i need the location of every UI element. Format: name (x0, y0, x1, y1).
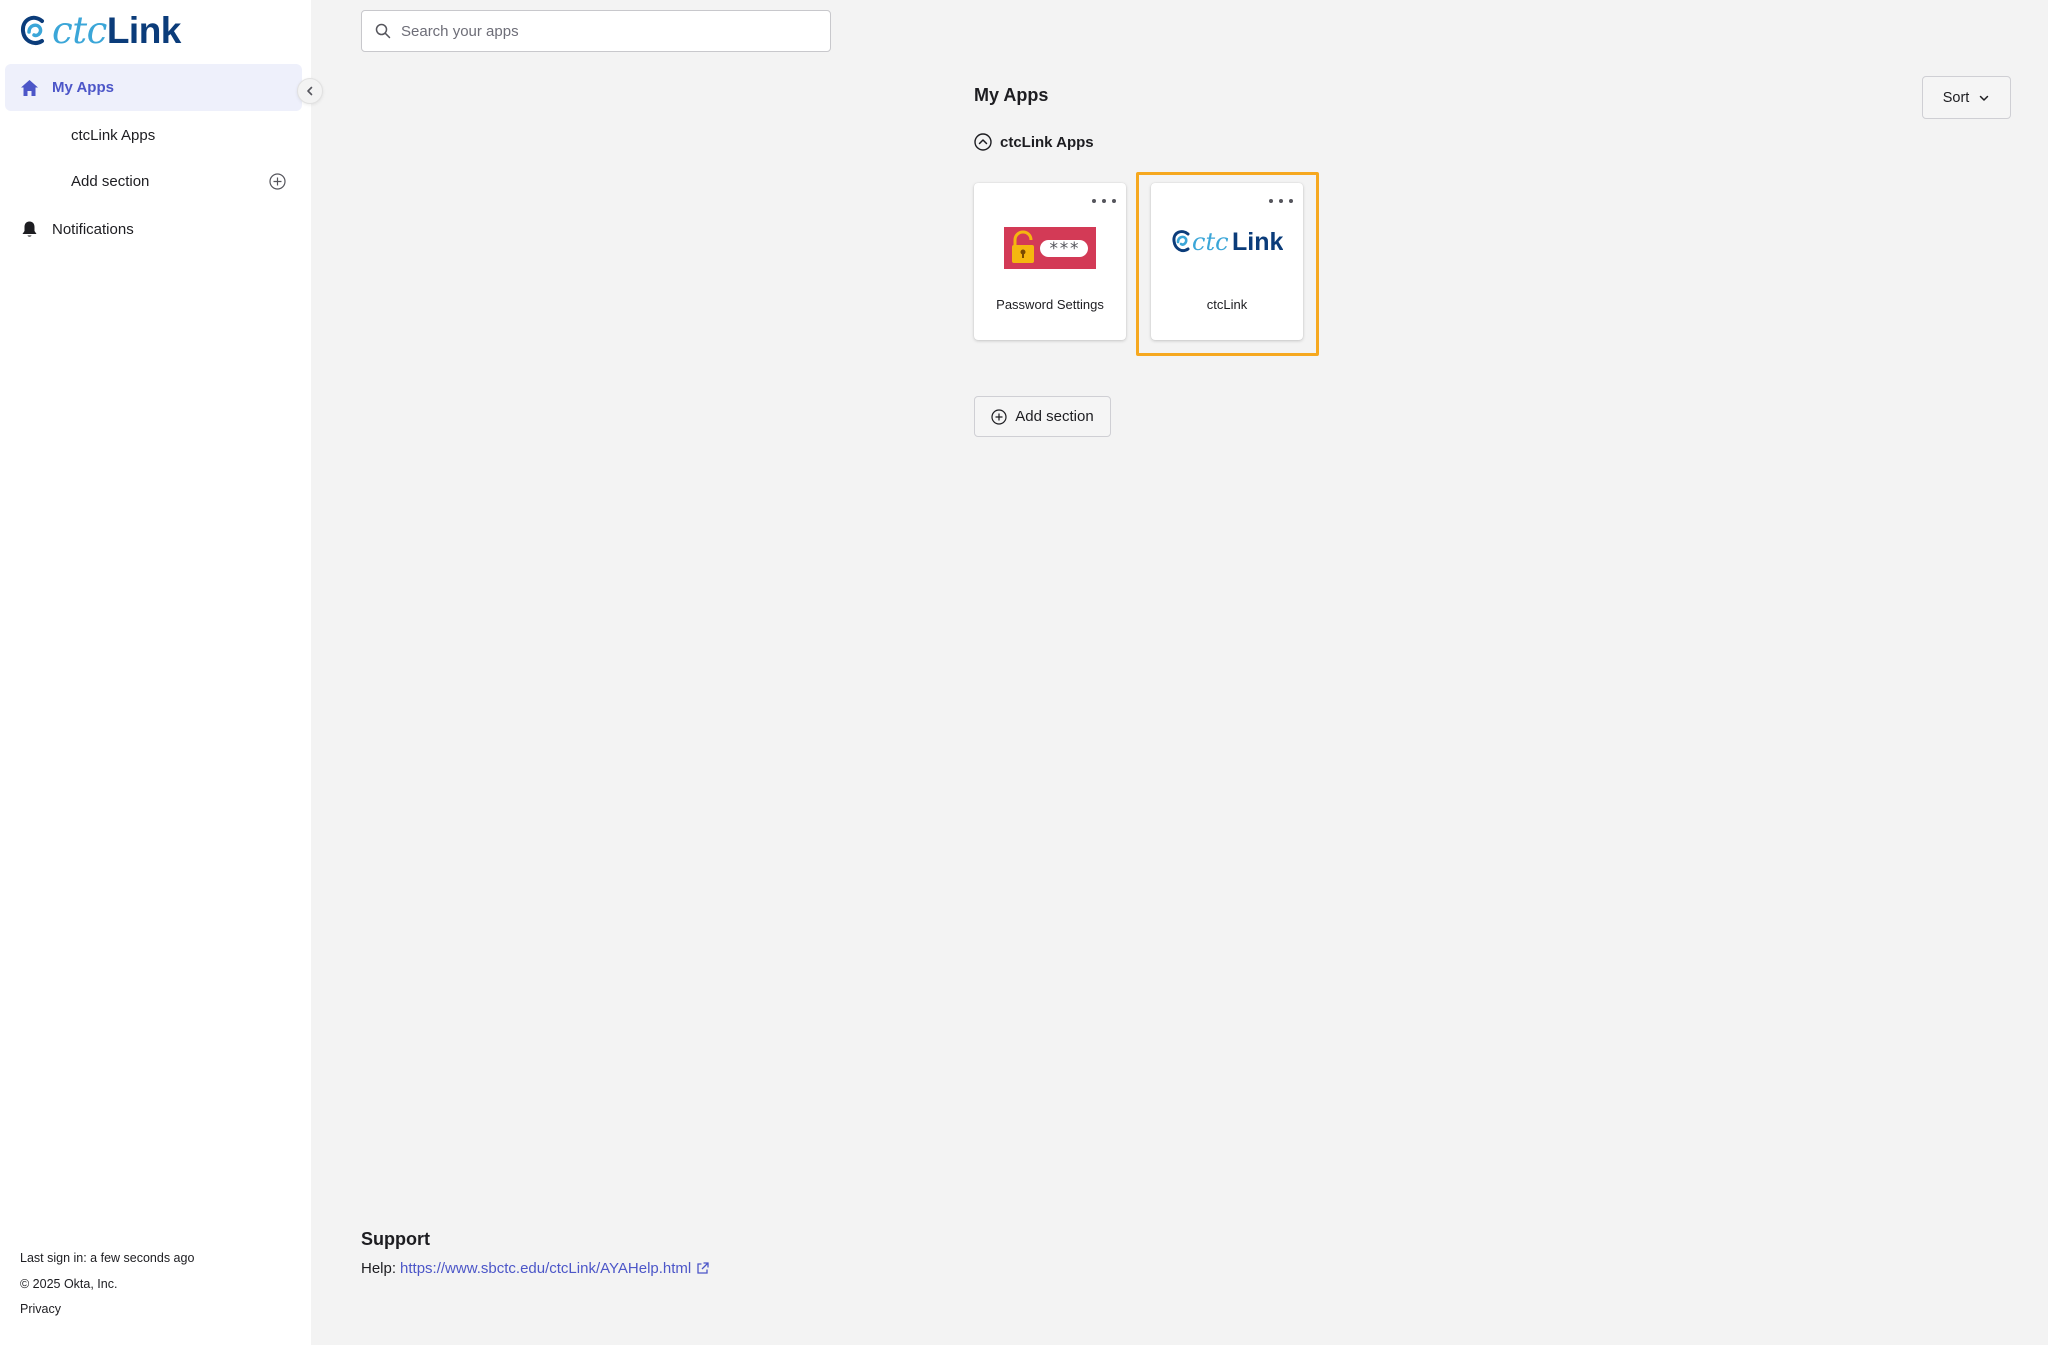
sidebar-item-add-section[interactable]: Add section (5, 158, 302, 205)
section-header-ctclink-apps[interactable]: ctcLink Apps (974, 133, 1094, 151)
support-title: Support (361, 1229, 430, 1249)
more-options-icon[interactable] (1092, 197, 1116, 205)
sidebar-item-ctclink-apps[interactable]: ctcLink Apps (5, 112, 302, 159)
page-title: My Apps (974, 85, 1049, 105)
section-title: ctcLink Apps (1000, 133, 1094, 151)
ctclink-swirl-icon (20, 15, 44, 45)
svg-text:ctc: ctc (1192, 229, 1229, 256)
search-icon (375, 23, 391, 39)
sort-button[interactable]: Sort (1922, 76, 2011, 119)
ctclink-app-logo: ctc Link (1151, 229, 1303, 259)
app-root: ctcLink My Apps ctcLink Apps Add section (0, 0, 2048, 1345)
privacy-link[interactable]: Privacy (20, 1297, 194, 1323)
logo-text: ctcLink (52, 9, 181, 52)
chevron-up-circle-icon[interactable] (974, 133, 992, 151)
sidebar-item-notifications[interactable]: Notifications (5, 206, 302, 253)
search-input[interactable] (401, 22, 801, 40)
svg-text:Link: Link (1232, 229, 1283, 256)
more-options-icon[interactable] (1269, 197, 1293, 205)
chevron-left-icon (307, 86, 313, 96)
app-tile-label: ctcLink (1206, 297, 1248, 312)
sidebar-item-label: My Apps (52, 79, 114, 96)
help-link[interactable]: https://www.sbctc.edu/ctcLink/AYAHelp.ht… (400, 1260, 691, 1277)
plus-circle-icon[interactable] (269, 173, 286, 190)
password-lock-icon: *** (974, 227, 1126, 269)
sidebar-item-label: ctcLink Apps (71, 127, 156, 144)
add-section-button[interactable]: Add section (974, 396, 1111, 437)
svg-text:***: *** (1049, 239, 1080, 259)
collapse-sidebar-button[interactable] (297, 78, 323, 104)
plus-circle-icon (991, 408, 1007, 425)
sidebar-item-label: Notifications (52, 221, 134, 238)
sidebar-item-my-apps[interactable]: My Apps (5, 64, 302, 111)
support-help: Help: https://www.sbctc.edu/ctcLink/AYAH… (361, 1260, 709, 1277)
app-tile-ctclink[interactable]: ctc Link ctcLink (1151, 183, 1303, 340)
copyright-text: © 2025 Okta, Inc. (20, 1276, 118, 1291)
add-section-label: Add section (1015, 408, 1094, 425)
chevron-down-icon (1980, 95, 1989, 101)
last-sign-in-text: Last sign in: a few seconds ago (20, 1251, 195, 1265)
sidebar: ctcLink My Apps ctcLink Apps Add section (0, 0, 323, 1345)
help-prefix: Help: (361, 1260, 397, 1277)
sort-label: Sort (1942, 89, 1970, 106)
external-link-icon[interactable] (696, 1262, 709, 1275)
ctclink-logo[interactable]: ctcLink (20, 12, 181, 50)
bell-icon (20, 221, 38, 239)
sidebar-item-label: Add section (71, 173, 150, 190)
search-box[interactable] (361, 10, 831, 52)
home-icon (20, 79, 38, 97)
app-tile-password-settings[interactable]: *** Password Settings (974, 183, 1126, 340)
app-tile-label: Password Settings (996, 297, 1104, 312)
sidebar-footer: Last sign in: a few seconds ago © 2025 O… (20, 1246, 194, 1323)
